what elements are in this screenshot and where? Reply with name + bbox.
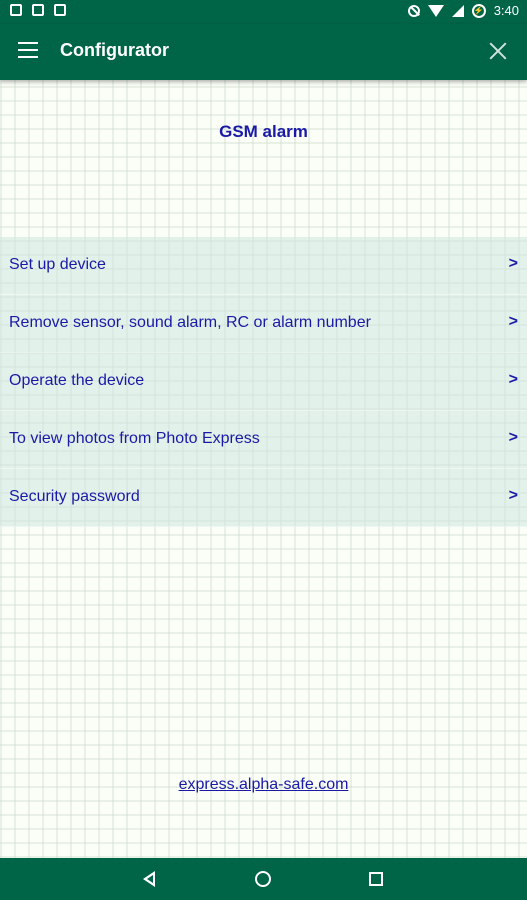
chevron-right-icon: > (508, 487, 518, 504)
message-icon (10, 4, 22, 16)
menu-item-label: Security password (9, 488, 140, 505)
menu-item-label: Set up device (9, 256, 106, 273)
image-icon (32, 4, 44, 16)
do-not-disturb-icon (407, 4, 420, 17)
home-icon[interactable] (253, 869, 273, 889)
chevron-right-icon: > (508, 371, 518, 388)
menu-list: Set up device > Remove sensor, sound ala… (0, 237, 527, 527)
close-icon[interactable] (487, 40, 509, 62)
menu-item-label: Operate the device (9, 372, 145, 389)
section-heading: GSM alarm (219, 122, 308, 141)
recents-icon[interactable] (366, 869, 386, 889)
battery-charging-icon: ⚡ (471, 3, 486, 18)
navigation-bar (0, 858, 527, 900)
back-icon[interactable] (140, 869, 160, 889)
menu-item-view-photos[interactable]: To view photos from Photo Express > (0, 411, 527, 469)
wifi-icon (427, 4, 444, 17)
chevron-right-icon: > (508, 255, 518, 272)
menu-item-security-password[interactable]: Security password > (0, 469, 527, 527)
menu-item-operate-device[interactable]: Operate the device > (0, 353, 527, 411)
hamburger-icon[interactable] (18, 42, 38, 58)
chevron-right-icon: > (508, 313, 518, 330)
status-bar: ⚡ 3:40 (0, 0, 527, 24)
menu-item-set-up-device[interactable]: Set up device > (0, 237, 527, 295)
signal-icon (451, 4, 464, 17)
menu-item-label: Remove sensor, sound alarm, RC or alarm … (9, 314, 371, 331)
chevron-right-icon: > (508, 429, 518, 446)
website-link[interactable]: express.alpha-safe.com (179, 776, 349, 793)
menu-item-label: To view photos from Photo Express (9, 430, 260, 447)
page-title: Configurator (60, 40, 169, 60)
app-bar: Configurator (0, 24, 527, 80)
android-icon (54, 4, 66, 16)
footer-link-container: express.alpha-safe.com (0, 776, 527, 794)
status-time: 3:40 (493, 3, 519, 18)
menu-item-remove-sensor[interactable]: Remove sensor, sound alarm, RC or alarm … (0, 295, 527, 353)
main-content: GSM alarm Set up device > Remove sensor,… (0, 80, 527, 858)
